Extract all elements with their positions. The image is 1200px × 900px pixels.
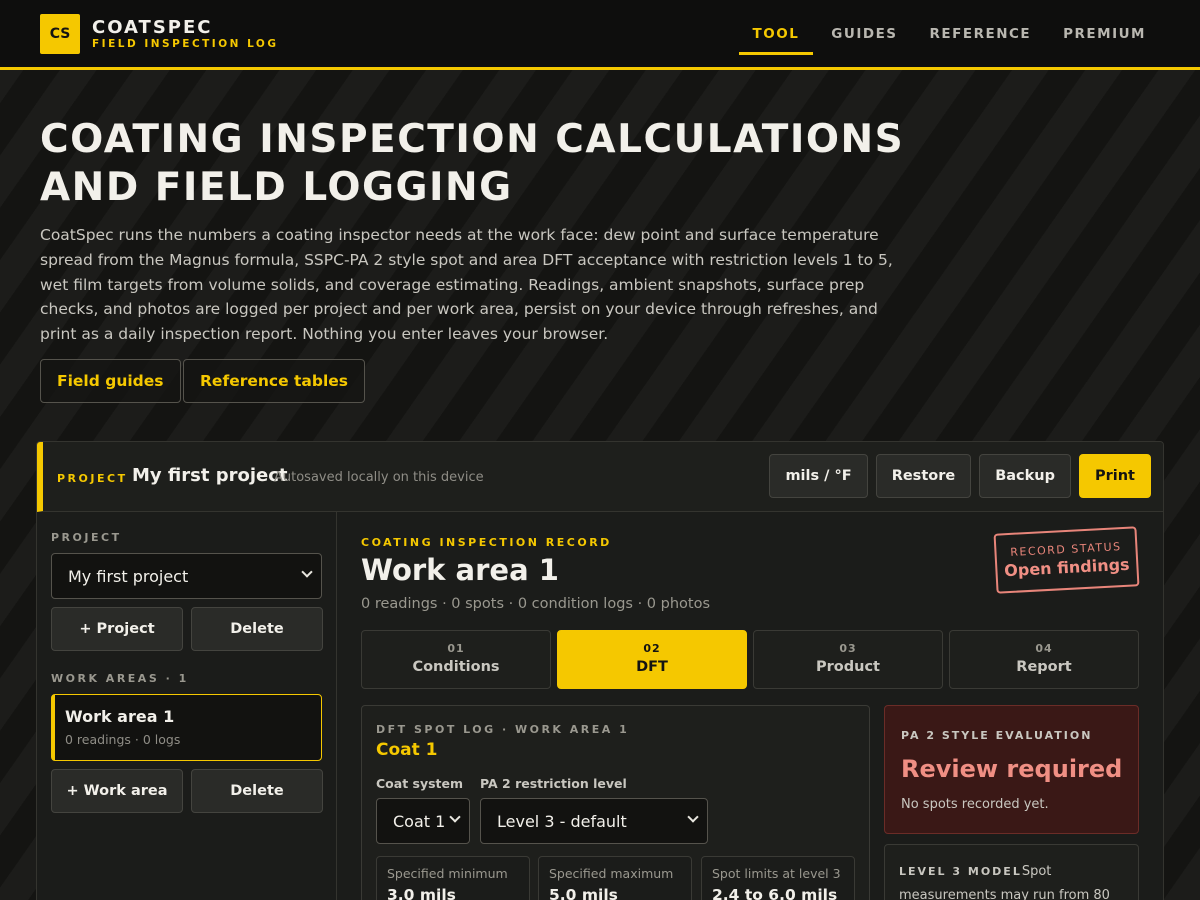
project-select-value: My first project [68,566,189,586]
sidebar: PROJECT My first project + Project Delet… [37,512,337,900]
units-toggle-button[interactable]: mils / °F [769,454,868,498]
coat-title: Coat 1 [376,740,438,760]
record-meta: 0 readings · 0 spots · 0 condition logs … [361,596,711,612]
restore-button[interactable]: Restore [875,454,972,498]
reference-tables-button[interactable]: Reference tables [183,359,366,403]
hero-description: CoatSpec runs the numbers a coating insp… [40,226,893,344]
brand-name[interactable]: COATSPEC [92,17,213,38]
record-status-stamp: RECORD STATUS Open findings [993,526,1140,594]
nav-premium[interactable]: PREMIUM [1049,0,1160,67]
record-eyebrow: COATING INSPECTION RECORD [361,536,612,549]
stat-value: 3.0 mils [387,886,456,900]
project-bar-label: PROJECT [57,472,128,485]
tab-number: 04 [1035,642,1053,655]
stat-value: 2.4 to 6.0 mils [712,886,838,900]
tab-report[interactable]: 04 Report [949,630,1139,689]
model-label: LEVEL 3 MODEL [899,865,1022,878]
project-name: My first project [132,465,288,486]
inspection-panel: PROJECT My first project Autosaved local… [36,441,1164,900]
field-guides-button[interactable]: Field guides [40,359,181,403]
dft-spot-log-card: DFT SPOT LOG · WORK AREA 1 Coat 1 Coat s… [361,705,870,900]
spec-maximum-stat: Specified maximum 5.0 mils [538,856,692,900]
evaluation-eyebrow: PA 2 STYLE EVALUATION [901,729,1093,742]
tab-conditions[interactable]: 01 Conditions [361,630,551,689]
record-main: COATING INSPECTION RECORD Work area 1 0 … [337,512,1163,900]
spot-limits-stat: Spot limits at level 3 2.4 to 6.0 mils [701,856,855,900]
delete-work-area-button[interactable]: Delete [191,769,323,813]
coat-system-value: Coat 1 [393,811,446,831]
chevron-down-icon [301,566,313,578]
record-tabs: 01 Conditions 02 DFT 03 Product 04 Repor… [361,630,1139,689]
record-title: Work area 1 [361,553,559,587]
nav-tool[interactable]: TOOL [738,0,814,67]
tab-label: Report [1016,659,1072,675]
coat-system-label: Coat system [376,776,464,791]
chevron-down-icon [449,811,461,823]
print-button[interactable]: Print [1078,454,1151,498]
project-bar: PROJECT My first project Autosaved local… [37,442,1163,512]
add-work-area-button[interactable]: + Work area [51,769,183,813]
tab-label: Product [816,659,880,675]
sidebar-project-label: PROJECT [51,531,122,544]
evaluation-status: Review required [901,755,1123,783]
work-area-name: Work area 1 [65,707,175,726]
hero-title: COATING INSPECTION CALCULATIONS AND FIEL… [40,117,905,210]
stat-value: 5.0 mils [549,886,618,900]
work-areas-label: WORK AREAS · 1 [51,672,189,685]
project-actions: mils / °F Restore Backup Print [761,454,1151,498]
stat-label: Specified minimum [387,866,508,881]
project-select[interactable]: My first project [51,553,322,599]
tab-number: 02 [643,642,661,655]
level-model-card: LEVEL 3 MODELSpot measurements may run f… [884,844,1139,900]
top-navbar: CS COATSPEC FIELD INSPECTION LOG TOOL GU… [0,0,1200,70]
restriction-level-select[interactable]: Level 3 - default [480,798,708,844]
backup-button[interactable]: Backup [979,454,1071,498]
add-project-button[interactable]: + Project [51,607,183,651]
restriction-level-value: Level 3 - default [497,811,627,831]
coat-system-select[interactable]: Coat 1 [376,798,470,844]
tab-label: Conditions [412,659,500,675]
dft-log-eyebrow: DFT SPOT LOG · WORK AREA 1 [376,723,630,736]
spec-minimum-stat: Specified minimum 3.0 mils [376,856,530,900]
brand-tagline: FIELD INSPECTION LOG [92,38,279,50]
nav-reference[interactable]: REFERENCE [916,0,1046,67]
evaluation-note: No spots recorded yet. [901,797,1049,812]
stat-label: Specified maximum [549,866,674,881]
main-nav: TOOL GUIDES REFERENCE PREMIUM [735,0,1160,67]
tab-number: 03 [839,642,857,655]
autosave-note: Autosaved locally on this device [274,470,484,485]
restriction-level-label: PA 2 restriction level [480,776,627,791]
stat-label: Spot limits at level 3 [712,866,841,881]
chevron-down-icon [687,811,699,823]
pa2-evaluation-card: PA 2 STYLE EVALUATION Review required No… [884,705,1139,834]
tab-label: DFT [636,659,668,675]
tab-number: 01 [447,642,465,655]
tab-dft[interactable]: 02 DFT [557,630,747,689]
nav-guides[interactable]: GUIDES [817,0,911,67]
delete-project-button[interactable]: Delete [191,607,323,651]
logo-icon[interactable]: CS [40,14,80,54]
tab-product[interactable]: 03 Product [753,630,943,689]
work-area-item[interactable]: Work area 1 0 readings · 0 logs [51,694,322,761]
work-area-meta: 0 readings · 0 logs [65,732,181,747]
